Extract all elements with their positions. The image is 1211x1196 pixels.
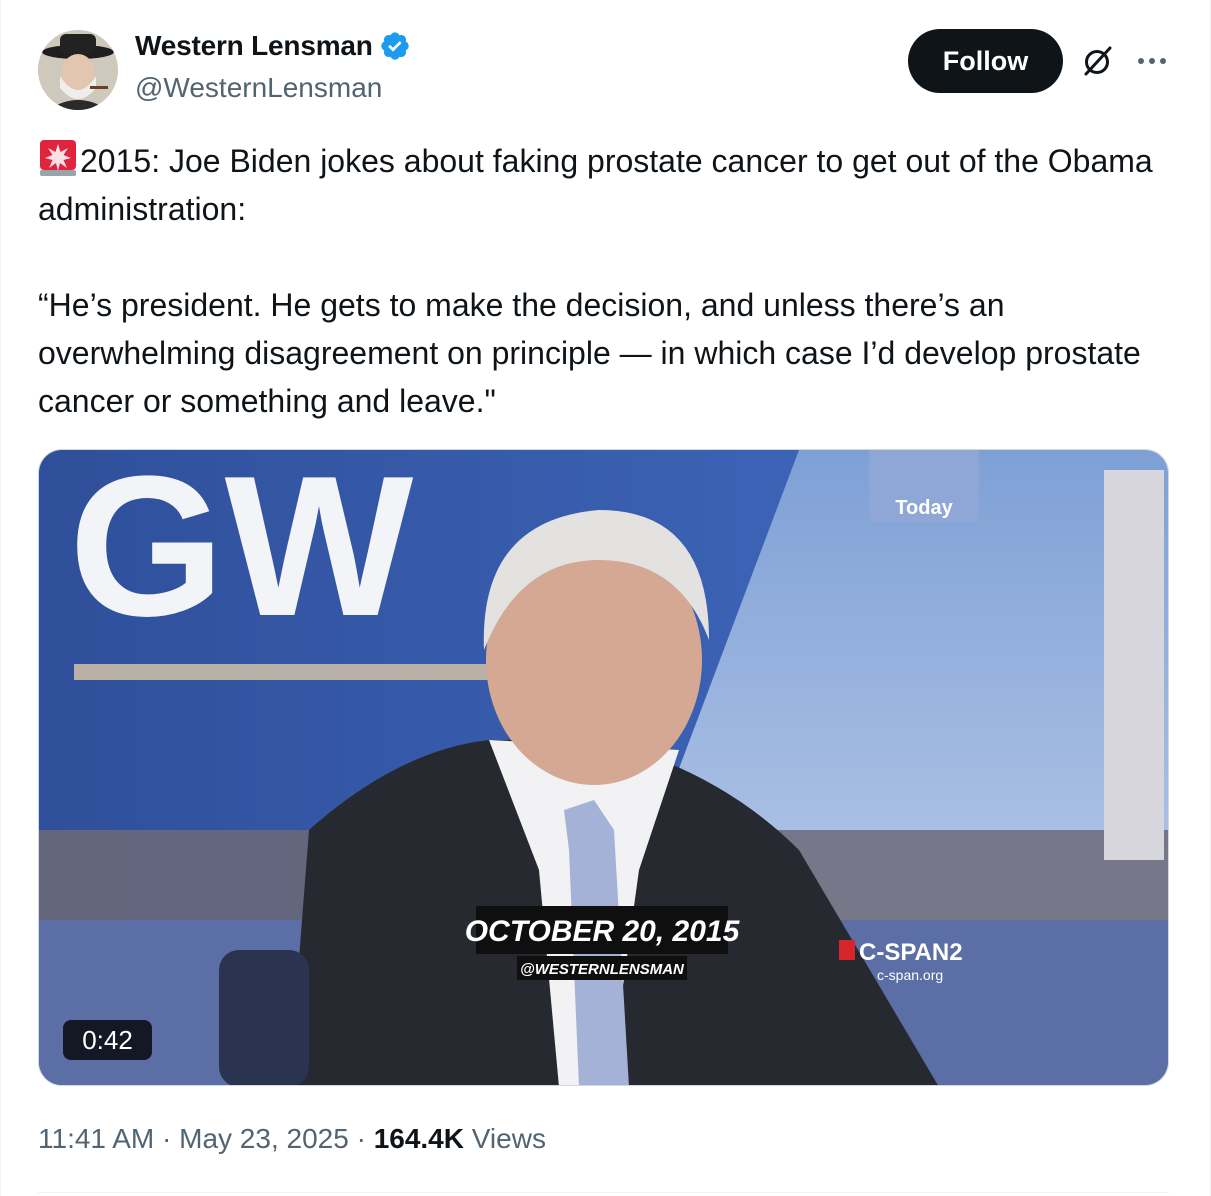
video-frame: GW Today OCTOBER 20, 2015 @WESTERNLENSMA… xyxy=(39,450,1168,1085)
author-name-row: Western Lensman xyxy=(135,30,411,62)
meta-separator-2: · xyxy=(348,1123,374,1154)
overlay-date: OCTOBER 20, 2015 xyxy=(465,915,741,948)
more-icon[interactable] xyxy=(1135,48,1169,74)
divider xyxy=(38,1192,1169,1193)
network-logo: C-SPAN2 xyxy=(859,939,963,966)
views-count[interactable]: 164.4K xyxy=(374,1123,464,1154)
tweet-card: Western Lensman @WesternLensman Follow 2… xyxy=(0,0,1211,1196)
tweet-time[interactable]: 11:41 AM xyxy=(38,1123,154,1154)
author-display-name[interactable]: Western Lensman xyxy=(135,30,373,62)
grok-icon[interactable] xyxy=(1081,44,1115,78)
network-url: c-span.org xyxy=(877,967,943,983)
backdrop-letters: GW xyxy=(69,450,414,658)
meta-separator: · xyxy=(154,1123,180,1154)
author-avatar[interactable] xyxy=(38,30,118,110)
tweet-intro-text: 2015: Joe Biden jokes about faking prost… xyxy=(38,143,1153,227)
tweet-line-intro: 2015: Joe Biden jokes about faking prost… xyxy=(38,137,1168,233)
siren-emoji-icon xyxy=(40,140,76,176)
author-handle[interactable]: @WesternLensman xyxy=(135,72,382,104)
views-label: Views xyxy=(471,1123,546,1154)
tweet-text: 2015: Joe Biden jokes about faking prost… xyxy=(38,137,1168,425)
overlay-handle: @WESTERNLENSMAN xyxy=(520,961,685,978)
today-label: Today xyxy=(895,497,953,519)
tweet-quote: “He’s president. He gets to make the dec… xyxy=(38,287,1141,419)
video-player[interactable]: GW Today OCTOBER 20, 2015 @WESTERNLENSMA… xyxy=(38,449,1169,1086)
avatar-image xyxy=(38,30,118,110)
verified-badge-icon[interactable] xyxy=(379,30,411,62)
tweet-meta: 11:41 AM · May 23, 2025 · 164.4K Views xyxy=(38,1123,546,1155)
tweet-date[interactable]: May 23, 2025 xyxy=(179,1123,349,1154)
follow-button[interactable]: Follow xyxy=(908,29,1063,93)
video-duration-badge: 0:42 xyxy=(63,1020,152,1060)
